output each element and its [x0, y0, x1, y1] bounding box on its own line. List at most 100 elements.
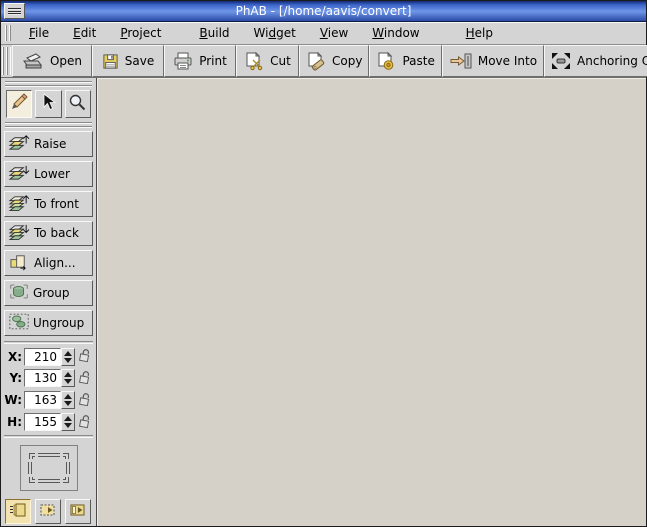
pencil-icon: [9, 92, 29, 115]
h-label: H:: [4, 415, 22, 429]
module-dialog-button[interactable]: [35, 499, 61, 524]
sidebar-divider-1: [4, 341, 93, 344]
x-label: X:: [4, 350, 22, 364]
ungroup-button[interactable]: Ungroup: [4, 310, 93, 336]
module-type-row: [4, 496, 93, 526]
to-back-icon: [8, 222, 31, 244]
menu-edit[interactable]: Edit: [64, 23, 105, 43]
phab-window: PhAB - [/home/aavis/convert] File Edit P…: [0, 0, 647, 527]
anchor-frame-widget[interactable]: [20, 445, 78, 494]
lower-icon: [8, 163, 31, 185]
x-input[interactable]: [24, 348, 61, 366]
w-label: W:: [4, 393, 22, 407]
main-area: Raise Lower To front To back Align... Gr: [1, 78, 646, 526]
magnifier-icon: [68, 93, 87, 115]
lower-button[interactable]: Lower: [4, 161, 93, 187]
sidebar-grip-top[interactable]: [5, 80, 92, 87]
save-icon: [102, 53, 119, 70]
paste-icon: [376, 52, 396, 71]
copy-icon: [306, 52, 326, 71]
raise-button[interactable]: Raise: [4, 131, 93, 157]
module-dialog-icon: [39, 502, 57, 521]
menu-window[interactable]: Window: [363, 23, 428, 43]
window-title: PhAB - [/home/aavis/convert]: [1, 4, 646, 18]
menu-file[interactable]: File: [20, 23, 58, 43]
window-menu-button[interactable]: [4, 3, 25, 19]
align-button[interactable]: Align...: [4, 250, 93, 276]
x-lock-button[interactable]: [78, 347, 92, 366]
x-spinner[interactable]: [61, 348, 75, 366]
group-icon: [8, 282, 30, 304]
pointer-icon: [39, 92, 57, 115]
y-label: Y:: [4, 371, 22, 385]
sidebar-grip-mid[interactable]: [5, 122, 92, 129]
module-menu-icon: [69, 502, 87, 521]
h-spin-up-icon[interactable]: [64, 416, 72, 421]
y-lock-button[interactable]: [78, 369, 92, 388]
open-button[interactable]: Open: [12, 45, 92, 77]
unlock-icon: [78, 413, 92, 432]
sidebar: Raise Lower To front To back Align... Gr: [1, 78, 97, 526]
module-window-icon: [9, 502, 27, 521]
print-icon: [173, 52, 193, 70]
w-spin-down-icon[interactable]: [64, 401, 72, 406]
draw-tool-button[interactable]: [6, 90, 32, 118]
design-canvas[interactable]: [97, 78, 646, 526]
ungroup-icon: [8, 312, 30, 334]
group-button[interactable]: Group: [4, 280, 93, 306]
menu-project[interactable]: Project: [111, 23, 170, 43]
align-icon: [8, 252, 31, 274]
module-window-button[interactable]: [5, 499, 31, 524]
x-spin-down-icon[interactable]: [64, 358, 72, 363]
toolbar: Open Save Print Cut Copy Paste Move Into: [1, 45, 646, 78]
width-row: W:: [4, 389, 93, 411]
menu-widget[interactable]: Widget: [245, 23, 305, 43]
menubar-grip[interactable]: [5, 25, 12, 41]
h-spinner[interactable]: [61, 413, 75, 431]
unlock-icon: [78, 391, 92, 410]
unlock-icon: [78, 347, 92, 366]
move-into-icon: [449, 52, 472, 70]
anchoring-icon: [551, 52, 571, 70]
w-spin-up-icon[interactable]: [64, 394, 72, 399]
cut-icon: [244, 52, 264, 71]
h-spin-down-icon[interactable]: [64, 423, 72, 428]
menu-bar: File Edit Project Build Widget View Wind…: [1, 22, 646, 45]
y-input[interactable]: [24, 369, 61, 387]
y-position-row: Y:: [4, 367, 93, 389]
module-menu-button[interactable]: [65, 499, 91, 524]
copy-button[interactable]: Copy: [299, 45, 369, 77]
raise-icon: [8, 133, 31, 155]
anchoring-button[interactable]: Anchoring On: [544, 45, 647, 77]
toolbar-grip[interactable]: [2, 47, 11, 75]
height-row: H:: [4, 411, 93, 433]
magnify-tool-button[interactable]: [65, 90, 91, 118]
h-lock-button[interactable]: [78, 413, 92, 432]
open-icon: [22, 52, 44, 70]
w-input[interactable]: [24, 391, 61, 409]
unlock-icon: [78, 369, 92, 388]
menu-help[interactable]: Help: [457, 23, 502, 43]
x-spin-up-icon[interactable]: [64, 351, 72, 356]
tool-palette: [4, 89, 93, 120]
w-lock-button[interactable]: [78, 391, 92, 410]
cut-button[interactable]: Cut: [236, 45, 299, 77]
paste-button[interactable]: Paste: [369, 45, 441, 77]
title-bar[interactable]: PhAB - [/home/aavis/convert]: [1, 1, 646, 22]
h-input[interactable]: [24, 413, 61, 431]
sidebar-divider-2: [4, 435, 93, 438]
save-button[interactable]: Save: [92, 45, 164, 77]
to-front-icon: [8, 193, 31, 215]
y-spin-up-icon[interactable]: [64, 372, 72, 377]
print-button[interactable]: Print: [164, 45, 236, 77]
menu-view[interactable]: View: [311, 23, 357, 43]
y-spin-down-icon[interactable]: [64, 379, 72, 384]
w-spinner[interactable]: [61, 391, 75, 409]
to-front-button[interactable]: To front: [4, 191, 93, 217]
x-position-row: X:: [4, 346, 93, 368]
y-spinner[interactable]: [61, 369, 75, 387]
to-back-button[interactable]: To back: [4, 221, 93, 247]
move-into-button[interactable]: Move Into: [442, 45, 544, 77]
select-tool-button[interactable]: [35, 90, 61, 118]
menu-build[interactable]: Build: [190, 23, 238, 43]
